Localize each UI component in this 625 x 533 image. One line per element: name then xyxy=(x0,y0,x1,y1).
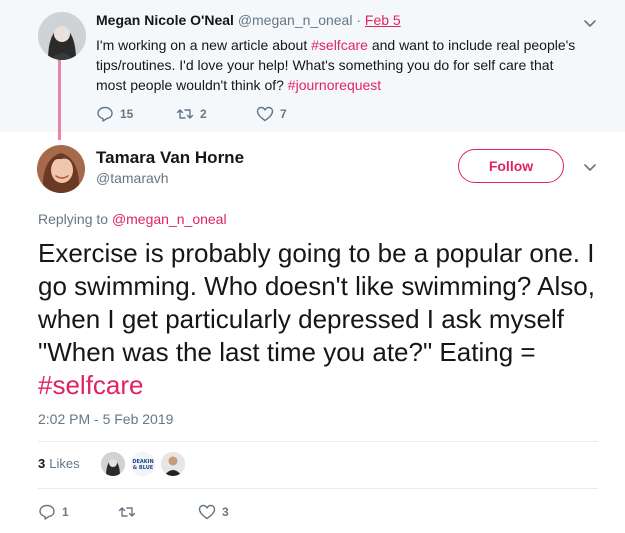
likes-count: 3 xyxy=(38,456,46,471)
parent-header: Megan Nicole O'Neal @megan_n_oneal · Feb… xyxy=(96,12,401,28)
thread-connector-line xyxy=(58,60,61,140)
reply-count: 1 xyxy=(62,505,69,519)
hashtag-link[interactable]: #selfcare xyxy=(311,37,368,53)
liker-avatar-deakin-blue[interactable]: DEAKIN & BLUE xyxy=(131,452,155,476)
hashtag-link[interactable]: #selfcare xyxy=(38,370,144,400)
tweet-action-bar: 1 3 xyxy=(38,503,278,521)
chevron-down-icon[interactable] xyxy=(581,14,599,32)
follow-button[interactable]: Follow xyxy=(458,149,564,183)
retweet-count: 2 xyxy=(200,107,207,121)
retweet-button[interactable] xyxy=(118,503,198,521)
parent-date-link[interactable]: Feb 5 xyxy=(365,12,401,28)
svg-text:& BLUE: & BLUE xyxy=(133,465,154,471)
author-display-name[interactable]: Tamara Van Horne xyxy=(96,148,244,168)
parent-display-name[interactable]: Megan Nicole O'Neal xyxy=(96,12,234,28)
divider xyxy=(38,441,598,442)
parent-action-bar: 15 2 7 xyxy=(96,105,336,123)
author-avatar[interactable] xyxy=(37,145,85,193)
retweet-button[interactable]: 2 xyxy=(176,105,256,123)
retweet-icon xyxy=(118,507,136,517)
parent-tweet-text: I'm working on a new article about #self… xyxy=(96,35,586,95)
tweet-text: Exercise is probably going to be a popul… xyxy=(38,237,598,402)
parent-text-part1: I'm working on a new article about xyxy=(96,37,312,53)
like-count: 3 xyxy=(222,505,229,519)
like-count: 7 xyxy=(280,107,287,121)
parent-avatar[interactable] xyxy=(38,12,86,60)
liker-avatar[interactable] xyxy=(161,452,185,476)
retweet-icon xyxy=(176,109,194,119)
reply-button[interactable]: 15 xyxy=(96,105,176,123)
divider xyxy=(38,488,598,489)
likes-label: Likes xyxy=(49,456,80,471)
separator-dot: · xyxy=(356,12,362,28)
hashtag-link[interactable]: #journorequest xyxy=(288,77,381,93)
heart-icon xyxy=(256,106,274,122)
mention-link[interactable]: @megan_n_oneal xyxy=(112,211,227,227)
parent-handle[interactable]: @megan_n_oneal xyxy=(238,12,353,28)
liker-avatars: DEAKIN & BLUE xyxy=(101,452,191,476)
tweet-timestamp[interactable]: 2:02 PM - 5 Feb 2019 xyxy=(38,411,173,427)
heart-icon xyxy=(198,504,216,520)
like-button[interactable]: 7 xyxy=(256,105,336,123)
replying-to-line: Replying to @megan_n_oneal xyxy=(38,211,227,227)
like-button[interactable]: 3 xyxy=(198,503,278,521)
replying-to-prefix: Replying to xyxy=(38,211,112,227)
author-handle[interactable]: @tamaravh xyxy=(96,170,169,186)
tweet-body: Exercise is probably going to be a popul… xyxy=(38,238,595,367)
reply-button[interactable]: 1 xyxy=(38,503,118,521)
reply-icon xyxy=(97,106,113,122)
reply-icon xyxy=(39,504,55,520)
reply-count: 15 xyxy=(120,107,134,121)
liker-avatar[interactable] xyxy=(101,452,125,476)
chevron-down-icon[interactable] xyxy=(581,158,599,176)
likes-summary[interactable]: 3 Likes xyxy=(38,456,80,471)
